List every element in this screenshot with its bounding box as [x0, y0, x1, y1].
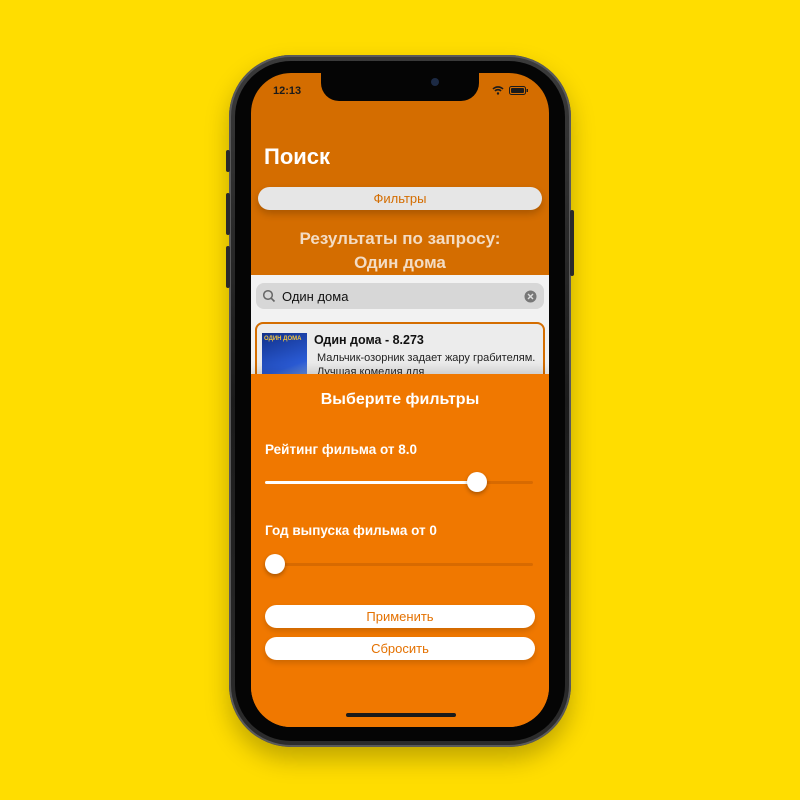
home-indicator[interactable]	[346, 713, 456, 717]
results-heading: Результаты по запросу: Один дома	[251, 227, 549, 275]
apply-button[interactable]: Применить	[265, 605, 535, 628]
filter-sheet: Выберите фильтры Рейтинг фильма от 8.0 Г…	[251, 374, 549, 727]
rating-slider[interactable]	[265, 471, 533, 495]
wifi-icon	[492, 86, 504, 95]
year-slider-thumb[interactable]	[265, 554, 285, 574]
rating-slider-fill	[265, 481, 477, 484]
search-field[interactable]	[256, 283, 544, 309]
side-button-power	[570, 210, 574, 276]
side-button-mute	[226, 150, 230, 172]
rating-label: Рейтинг фильма от 8.0	[265, 442, 418, 457]
status-time: 12:13	[273, 85, 302, 97]
clear-icon[interactable]	[524, 290, 537, 303]
year-label: Год выпуска фильма от 0	[265, 523, 437, 538]
status-icons	[492, 86, 529, 95]
year-slider[interactable]	[265, 553, 533, 577]
poster-title: ОДИН ДОМА	[264, 336, 302, 342]
side-button-volume-down	[226, 246, 230, 288]
phone-screen: 12:13 Поиск Фильтры Результаты по запрос…	[251, 73, 549, 727]
battery-icon	[509, 86, 528, 95]
results-query: Один дома	[354, 253, 446, 272]
search-input[interactable]	[280, 287, 514, 305]
year-slider-track	[265, 563, 533, 566]
results-heading-line1: Результаты по запросу:	[299, 229, 501, 248]
rating-slider-thumb[interactable]	[466, 472, 487, 492]
movie-title: Один дома - 8.273	[314, 333, 424, 347]
notch	[321, 73, 479, 101]
magnifier-icon	[262, 289, 276, 303]
side-button-volume-up	[226, 193, 230, 235]
reset-button[interactable]: Сбросить	[265, 637, 535, 660]
filter-sheet-title: Выберите фильтры	[320, 391, 480, 408]
front-camera	[431, 78, 439, 86]
filters-button[interactable]: Фильтры	[258, 187, 542, 210]
page-title: Поиск	[264, 144, 331, 169]
